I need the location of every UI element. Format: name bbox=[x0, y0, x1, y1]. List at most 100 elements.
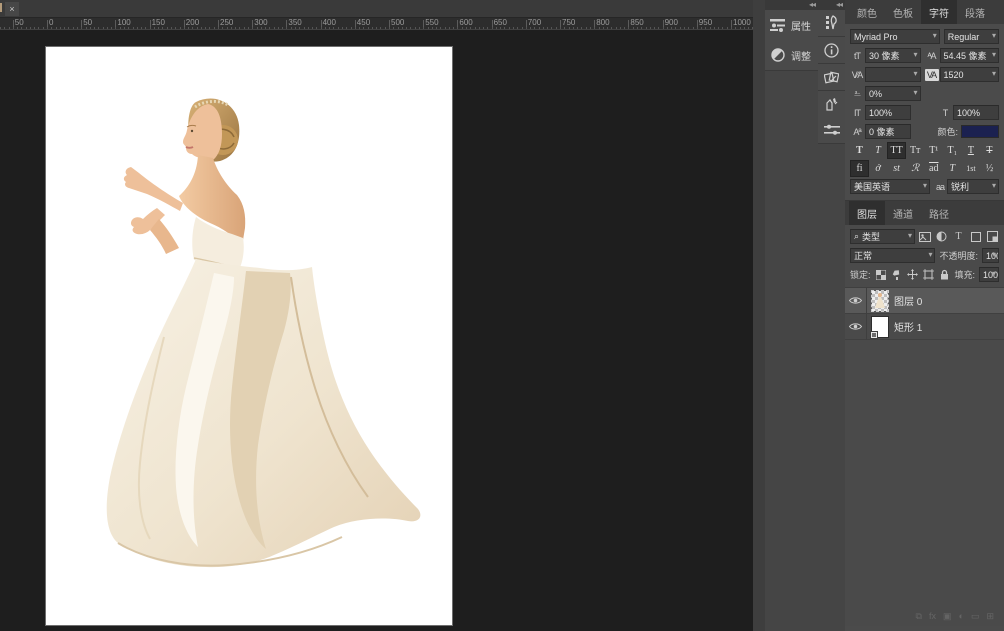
anti-alias-select[interactable]: 锐利 bbox=[947, 179, 999, 194]
collapse-panels-icon[interactable]: ◂◂ bbox=[809, 1, 815, 9]
layer-row-1[interactable]: 矩形 1 bbox=[845, 314, 1004, 340]
vertical-scale-input[interactable]: 100% bbox=[865, 105, 911, 120]
filter-shape-layers-icon[interactable] bbox=[969, 230, 982, 243]
text-color-swatch[interactable] bbox=[961, 125, 999, 138]
ruler-minor-tick bbox=[239, 27, 240, 29]
titling-alternates-button[interactable]: T bbox=[944, 161, 961, 176]
superscript-button[interactable]: T¹ bbox=[925, 143, 942, 158]
ruler-minor-tick bbox=[175, 27, 176, 29]
ruler-minor-tick bbox=[295, 27, 296, 29]
baseline-shift-input[interactable]: 0 像素 bbox=[865, 124, 911, 139]
ruler-minor-tick bbox=[47, 27, 48, 29]
leading-select[interactable]: 54.45 像素 bbox=[940, 48, 1000, 63]
tracking-select[interactable]: 1520 bbox=[940, 67, 1000, 82]
ruler-minor-tick bbox=[620, 27, 621, 29]
blend-mode-select[interactable]: 正常 bbox=[850, 248, 935, 263]
ruler-number: 350 bbox=[288, 18, 301, 27]
lock-artboard-icon[interactable] bbox=[923, 269, 935, 281]
tab-layers[interactable]: 图层 bbox=[849, 201, 885, 225]
tab-paths[interactable]: 路径 bbox=[921, 201, 957, 225]
new-group-icon[interactable]: ▭ bbox=[971, 611, 980, 622]
ruler-minor-tick bbox=[428, 27, 429, 29]
brush-settings-icon[interactable] bbox=[818, 10, 845, 36]
new-layer-icon[interactable]: ⊞ bbox=[986, 611, 994, 622]
layer-name: 矩形 1 bbox=[894, 319, 922, 334]
swash-button[interactable]: ℛ bbox=[907, 161, 924, 176]
ruler-minor-tick bbox=[21, 27, 22, 29]
icon-strip-column: ◂◂ bbox=[818, 0, 845, 631]
font-size-select[interactable]: 30 像素 bbox=[865, 48, 921, 63]
info-icon[interactable] bbox=[818, 37, 845, 63]
ruler-minor-tick bbox=[470, 27, 471, 29]
layers-panel-tabs: 图层 通道 路径 bbox=[845, 201, 1004, 225]
layer-comps-icon[interactable] bbox=[818, 64, 845, 90]
tab-swatches[interactable]: 色板 bbox=[885, 0, 921, 24]
document-page[interactable] bbox=[46, 47, 452, 625]
layer-filter-select[interactable]: ⌕ 类型 bbox=[850, 229, 915, 244]
tab-character[interactable]: 字符 bbox=[921, 0, 957, 24]
stylistic-alternates-button[interactable]: ad bbox=[925, 161, 942, 176]
layer-thumbnail-bride[interactable] bbox=[872, 291, 888, 311]
tool-presets-icon[interactable] bbox=[818, 91, 845, 117]
ruler-minor-tick bbox=[705, 27, 706, 29]
ruler-minor-tick bbox=[98, 27, 99, 29]
ruler-minor-tick bbox=[453, 27, 454, 29]
strikethrough-button[interactable]: T bbox=[981, 143, 998, 158]
visibility-eye-icon[interactable] bbox=[845, 288, 867, 314]
font-style-select[interactable]: Regular bbox=[944, 29, 999, 44]
proportional-spacing-select[interactable]: 0% bbox=[865, 86, 921, 101]
filter-type-layers-icon[interactable]: T bbox=[952, 230, 965, 243]
filter-pixel-layers-icon[interactable] bbox=[918, 230, 931, 243]
lock-all-icon[interactable] bbox=[939, 269, 951, 281]
fill-input[interactable]: 100% bbox=[979, 267, 999, 282]
opacity-input[interactable]: 100% bbox=[982, 248, 999, 263]
ruler-minor-tick bbox=[564, 27, 565, 29]
ruler-minor-tick bbox=[530, 27, 531, 29]
fractions-button[interactable]: ½ bbox=[981, 161, 998, 176]
lock-transparency-icon[interactable] bbox=[875, 269, 887, 281]
underline-button[interactable]: T bbox=[962, 143, 979, 158]
filter-adjustment-layers-icon[interactable] bbox=[935, 230, 948, 243]
ruler-minor-tick bbox=[637, 27, 638, 29]
properties-panel-button[interactable]: 属性 bbox=[765, 10, 818, 40]
lock-position-icon[interactable] bbox=[907, 269, 919, 281]
ruler-minor-tick bbox=[718, 27, 719, 29]
ruler-minor-tick bbox=[218, 27, 219, 29]
tab-color[interactable]: 颜色 bbox=[849, 0, 885, 24]
ruler-minor-tick bbox=[81, 27, 82, 29]
ruler-minor-tick bbox=[735, 27, 736, 29]
layer-row-0[interactable]: 图层 0 bbox=[845, 288, 1004, 314]
horizontal-scale-icon: T bbox=[938, 108, 952, 118]
brushes-panel-icon[interactable] bbox=[818, 117, 845, 143]
tab-paragraph[interactable]: 段落 bbox=[957, 0, 993, 24]
properties-icon bbox=[769, 17, 786, 34]
filter-smart-objects-icon[interactable] bbox=[986, 230, 999, 243]
ordinals-button[interactable]: 1st bbox=[962, 161, 979, 176]
document-close-icon[interactable]: × bbox=[5, 2, 19, 16]
small-caps-button[interactable]: Tᴛ bbox=[907, 143, 924, 158]
link-layers-icon[interactable]: ⧉ bbox=[916, 611, 922, 622]
discretionary-ligatures-button[interactable]: st bbox=[888, 161, 905, 176]
faux-bold-button[interactable]: T bbox=[851, 143, 868, 158]
ruler-minor-tick bbox=[727, 27, 728, 29]
subscript-button[interactable]: T₁ bbox=[944, 143, 961, 158]
adjustments-panel-button[interactable]: 调整 bbox=[765, 40, 818, 70]
collapse-strip-icon[interactable]: ◂◂ bbox=[836, 1, 842, 9]
visibility-eye-icon[interactable] bbox=[845, 314, 867, 340]
ligatures-button[interactable]: fi bbox=[851, 161, 868, 176]
ruler-minor-tick bbox=[124, 27, 125, 29]
layer-style-icon[interactable]: fx bbox=[929, 611, 936, 622]
horizontal-scale-input[interactable]: 100% bbox=[953, 105, 999, 120]
faux-italic-button[interactable]: T bbox=[870, 143, 887, 158]
lock-pixels-icon[interactable] bbox=[891, 269, 903, 281]
language-select[interactable]: 美国英语 bbox=[850, 179, 930, 194]
contextual-alternates-button[interactable]: ớ bbox=[870, 161, 887, 176]
all-caps-button[interactable]: TT bbox=[888, 143, 905, 158]
tab-channels[interactable]: 通道 bbox=[885, 201, 921, 225]
ruler-minor-tick bbox=[265, 27, 266, 29]
ruler-minor-tick bbox=[410, 27, 411, 29]
font-family-select[interactable]: Myriad Pro bbox=[850, 29, 940, 44]
new-adjustment-icon[interactable]: ◐ bbox=[959, 611, 964, 622]
layer-mask-icon[interactable]: ▣ bbox=[943, 611, 952, 622]
kerning-select[interactable] bbox=[865, 67, 921, 82]
